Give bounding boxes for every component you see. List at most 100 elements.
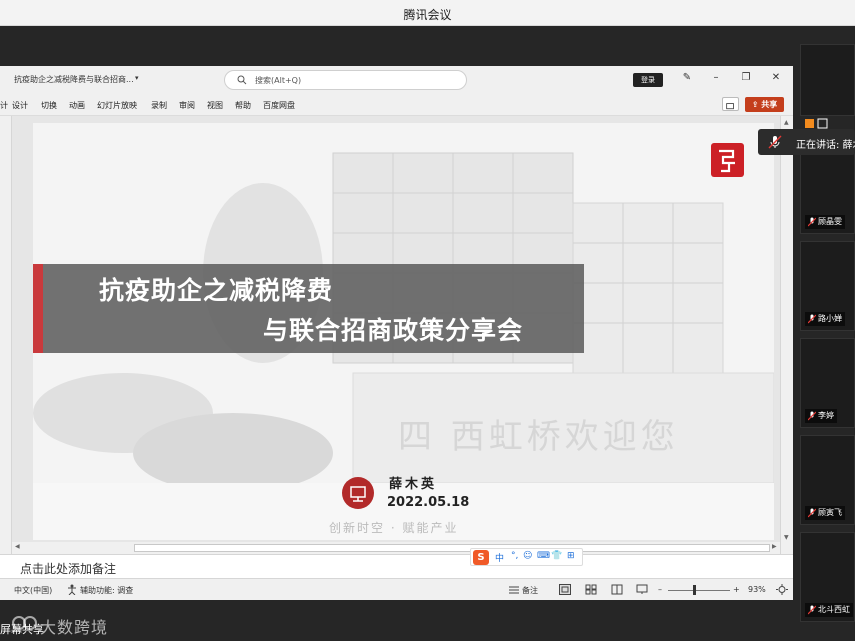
- slideshow-icon[interactable]: [636, 584, 648, 595]
- meeting-titlebar: 腾讯会议: [0, 0, 855, 26]
- language-status[interactable]: 中文(中国): [14, 585, 52, 596]
- participant-tile-active[interactable]: [800, 44, 855, 116]
- fit-to-window-icon[interactable]: [776, 584, 788, 595]
- accessibility-icon: [68, 584, 76, 595]
- tab-record[interactable]: 录制: [151, 100, 167, 111]
- comment-icon: [726, 103, 734, 110]
- restore-icon[interactable]: ❐: [739, 72, 753, 83]
- tab-help[interactable]: 帮助: [235, 100, 251, 111]
- ime-keyboard-icon[interactable]: ⌨: [537, 551, 550, 561]
- mic-muted-icon: [808, 314, 816, 323]
- chevron-down-icon[interactable]: ▾: [135, 74, 139, 82]
- ime-toolbar[interactable]: S 中 °, ☺ ⌨ 👕 ⊞: [470, 548, 583, 566]
- participant-name: 北斗西虹: [805, 603, 853, 617]
- participant-name: 顾晶雯: [805, 215, 845, 229]
- thumbnail-pane-collapsed[interactable]: [0, 116, 12, 568]
- slide-editor: 四 西虹桥欢迎您 抗疫助企之减税降费 与联合招商政策分享会 薛木英 2022.0…: [0, 116, 793, 568]
- horizontal-scrollbar[interactable]: ◀ ▶: [12, 542, 780, 554]
- participant-name: 顾寅飞: [805, 506, 845, 520]
- vertical-scrollbar[interactable]: ▲ ▼: [780, 116, 793, 568]
- notes-icon: [509, 586, 519, 594]
- ppt-titlebar: 抗疫助企之减税降费与联合招商... ▾ 搜索(Alt+Q) 登录 ✎ – ❐ ✕: [0, 66, 793, 94]
- participant-name-text: 路小婵: [818, 314, 842, 323]
- meeting-title: 腾讯会议: [403, 8, 452, 22]
- presentation-date: 2022.05.18: [387, 495, 470, 510]
- ribbon-tabs: 计 设计 切换 动画 幻灯片放映 录制 审阅 视图 帮助 百度网盘 ⇪ 共享: [0, 94, 793, 116]
- scroll-right-icon[interactable]: ▶: [772, 543, 777, 550]
- participant-name-text: 顾寅飞: [818, 508, 842, 517]
- seal-logo-glyph: [719, 149, 735, 173]
- speaking-label: 正在讲话: 薛木: [796, 140, 855, 151]
- speaker-name: 薛木英: [389, 477, 438, 492]
- mic-muted-icon: [808, 411, 816, 420]
- normal-view-icon[interactable]: [559, 584, 571, 595]
- tab-view[interactable]: 视图: [207, 100, 223, 111]
- hscroll-thumb[interactable]: [134, 544, 770, 552]
- participant-tile[interactable]: 顾晶雯: [800, 144, 855, 234]
- login-button[interactable]: 登录: [633, 73, 663, 87]
- ime-emoji-icon[interactable]: ☺: [523, 551, 532, 561]
- search-icon: [237, 75, 247, 85]
- tab-design[interactable]: 设计: [12, 100, 28, 111]
- status-bar: 中文(中国) 辅助功能: 调查 备注 – + 93%: [0, 578, 793, 600]
- pen-icon[interactable]: ✎: [680, 72, 694, 83]
- slide-sorter-icon[interactable]: [585, 584, 597, 595]
- tab-design-partial[interactable]: 计: [0, 100, 8, 111]
- mic-muted-icon: [808, 508, 816, 517]
- notes-placeholder: 点击此处添加备注: [20, 562, 117, 576]
- sogou-logo-icon[interactable]: S: [473, 550, 489, 565]
- notes-pane[interactable]: 点击此处添加备注: [0, 554, 793, 578]
- participant-name-text: 北斗西虹: [818, 605, 850, 614]
- seal-logo: [711, 143, 744, 177]
- notes-button[interactable]: 备注: [522, 585, 538, 596]
- participant-tile[interactable]: 顾寅飞: [800, 435, 855, 525]
- zoom-out-icon[interactable]: –: [658, 585, 662, 594]
- tab-slideshow[interactable]: 幻灯片放映: [97, 100, 137, 111]
- participant-name: 李婷: [805, 409, 837, 423]
- mic-muted-icon: [768, 135, 782, 149]
- speaking-indicator: 正在讲话: 薛木: [758, 129, 855, 155]
- powerpoint-window: 抗疫助企之减税降费与联合招商... ▾ 搜索(Alt+Q) 登录 ✎ – ❐ ✕…: [0, 66, 793, 600]
- brand-watermark: 大数跨境: [40, 618, 109, 637]
- mic-muted-icon: [808, 217, 816, 226]
- zoom-in-icon[interactable]: +: [733, 585, 740, 594]
- zoom-slider[interactable]: [668, 590, 730, 591]
- accessibility-status[interactable]: 辅助功能: 调查: [80, 585, 133, 596]
- participant-name-text: 李婷: [818, 411, 834, 420]
- participant-name-text: 顾晶雯: [818, 217, 842, 226]
- document-title[interactable]: 抗疫助企之减税降费与联合招商...: [14, 74, 134, 85]
- search-placeholder: 搜索(Alt+Q): [255, 76, 302, 85]
- title-accent-bar: [33, 264, 43, 353]
- mic-muted-icon: [808, 605, 816, 614]
- ime-punctuation-icon[interactable]: °,: [511, 551, 518, 561]
- close-icon[interactable]: ✕: [769, 72, 783, 83]
- minimize-icon[interactable]: –: [709, 72, 723, 83]
- tab-baidu-pan[interactable]: 百度网盘: [263, 100, 295, 111]
- brand-watermark-icon: [12, 616, 37, 630]
- ime-toolbox-icon[interactable]: ⊞: [567, 551, 575, 561]
- background-sign-text: 四 西虹桥欢迎您: [398, 417, 679, 457]
- scroll-left-icon[interactable]: ◀: [15, 543, 20, 550]
- participant-tile[interactable]: 李婷: [800, 338, 855, 428]
- ime-mode-chinese[interactable]: 中: [495, 551, 504, 564]
- comment-button[interactable]: [722, 97, 739, 111]
- participant-name: 路小婵: [805, 312, 845, 326]
- speaker-icon: [342, 477, 374, 509]
- slide-title-line1: 抗疫助企之减税降费: [99, 276, 334, 305]
- current-slide[interactable]: 四 西虹桥欢迎您 抗疫助企之减税降费 与联合招商政策分享会 薛木英 2022.0…: [33, 123, 774, 540]
- scroll-down-icon[interactable]: ▼: [784, 534, 789, 541]
- reading-view-icon[interactable]: [611, 584, 623, 595]
- zoom-slider-thumb[interactable]: [693, 585, 696, 595]
- participant-tile[interactable]: 路小婵: [800, 241, 855, 331]
- tab-animations[interactable]: 动画: [69, 100, 85, 111]
- tab-review[interactable]: 审阅: [179, 100, 195, 111]
- slide-title-line2: 与联合招商政策分享会: [263, 316, 524, 345]
- ime-skin-icon[interactable]: 👕: [551, 551, 562, 561]
- share-button-label: 共享: [761, 100, 778, 109]
- search-input[interactable]: 搜索(Alt+Q): [224, 70, 467, 90]
- tab-transitions[interactable]: 切换: [41, 100, 57, 111]
- scroll-up-icon[interactable]: ▲: [784, 119, 789, 126]
- zoom-level[interactable]: 93%: [748, 585, 766, 594]
- share-button[interactable]: ⇪ 共享: [745, 97, 784, 112]
- participant-tile[interactable]: 北斗西虹: [800, 532, 855, 622]
